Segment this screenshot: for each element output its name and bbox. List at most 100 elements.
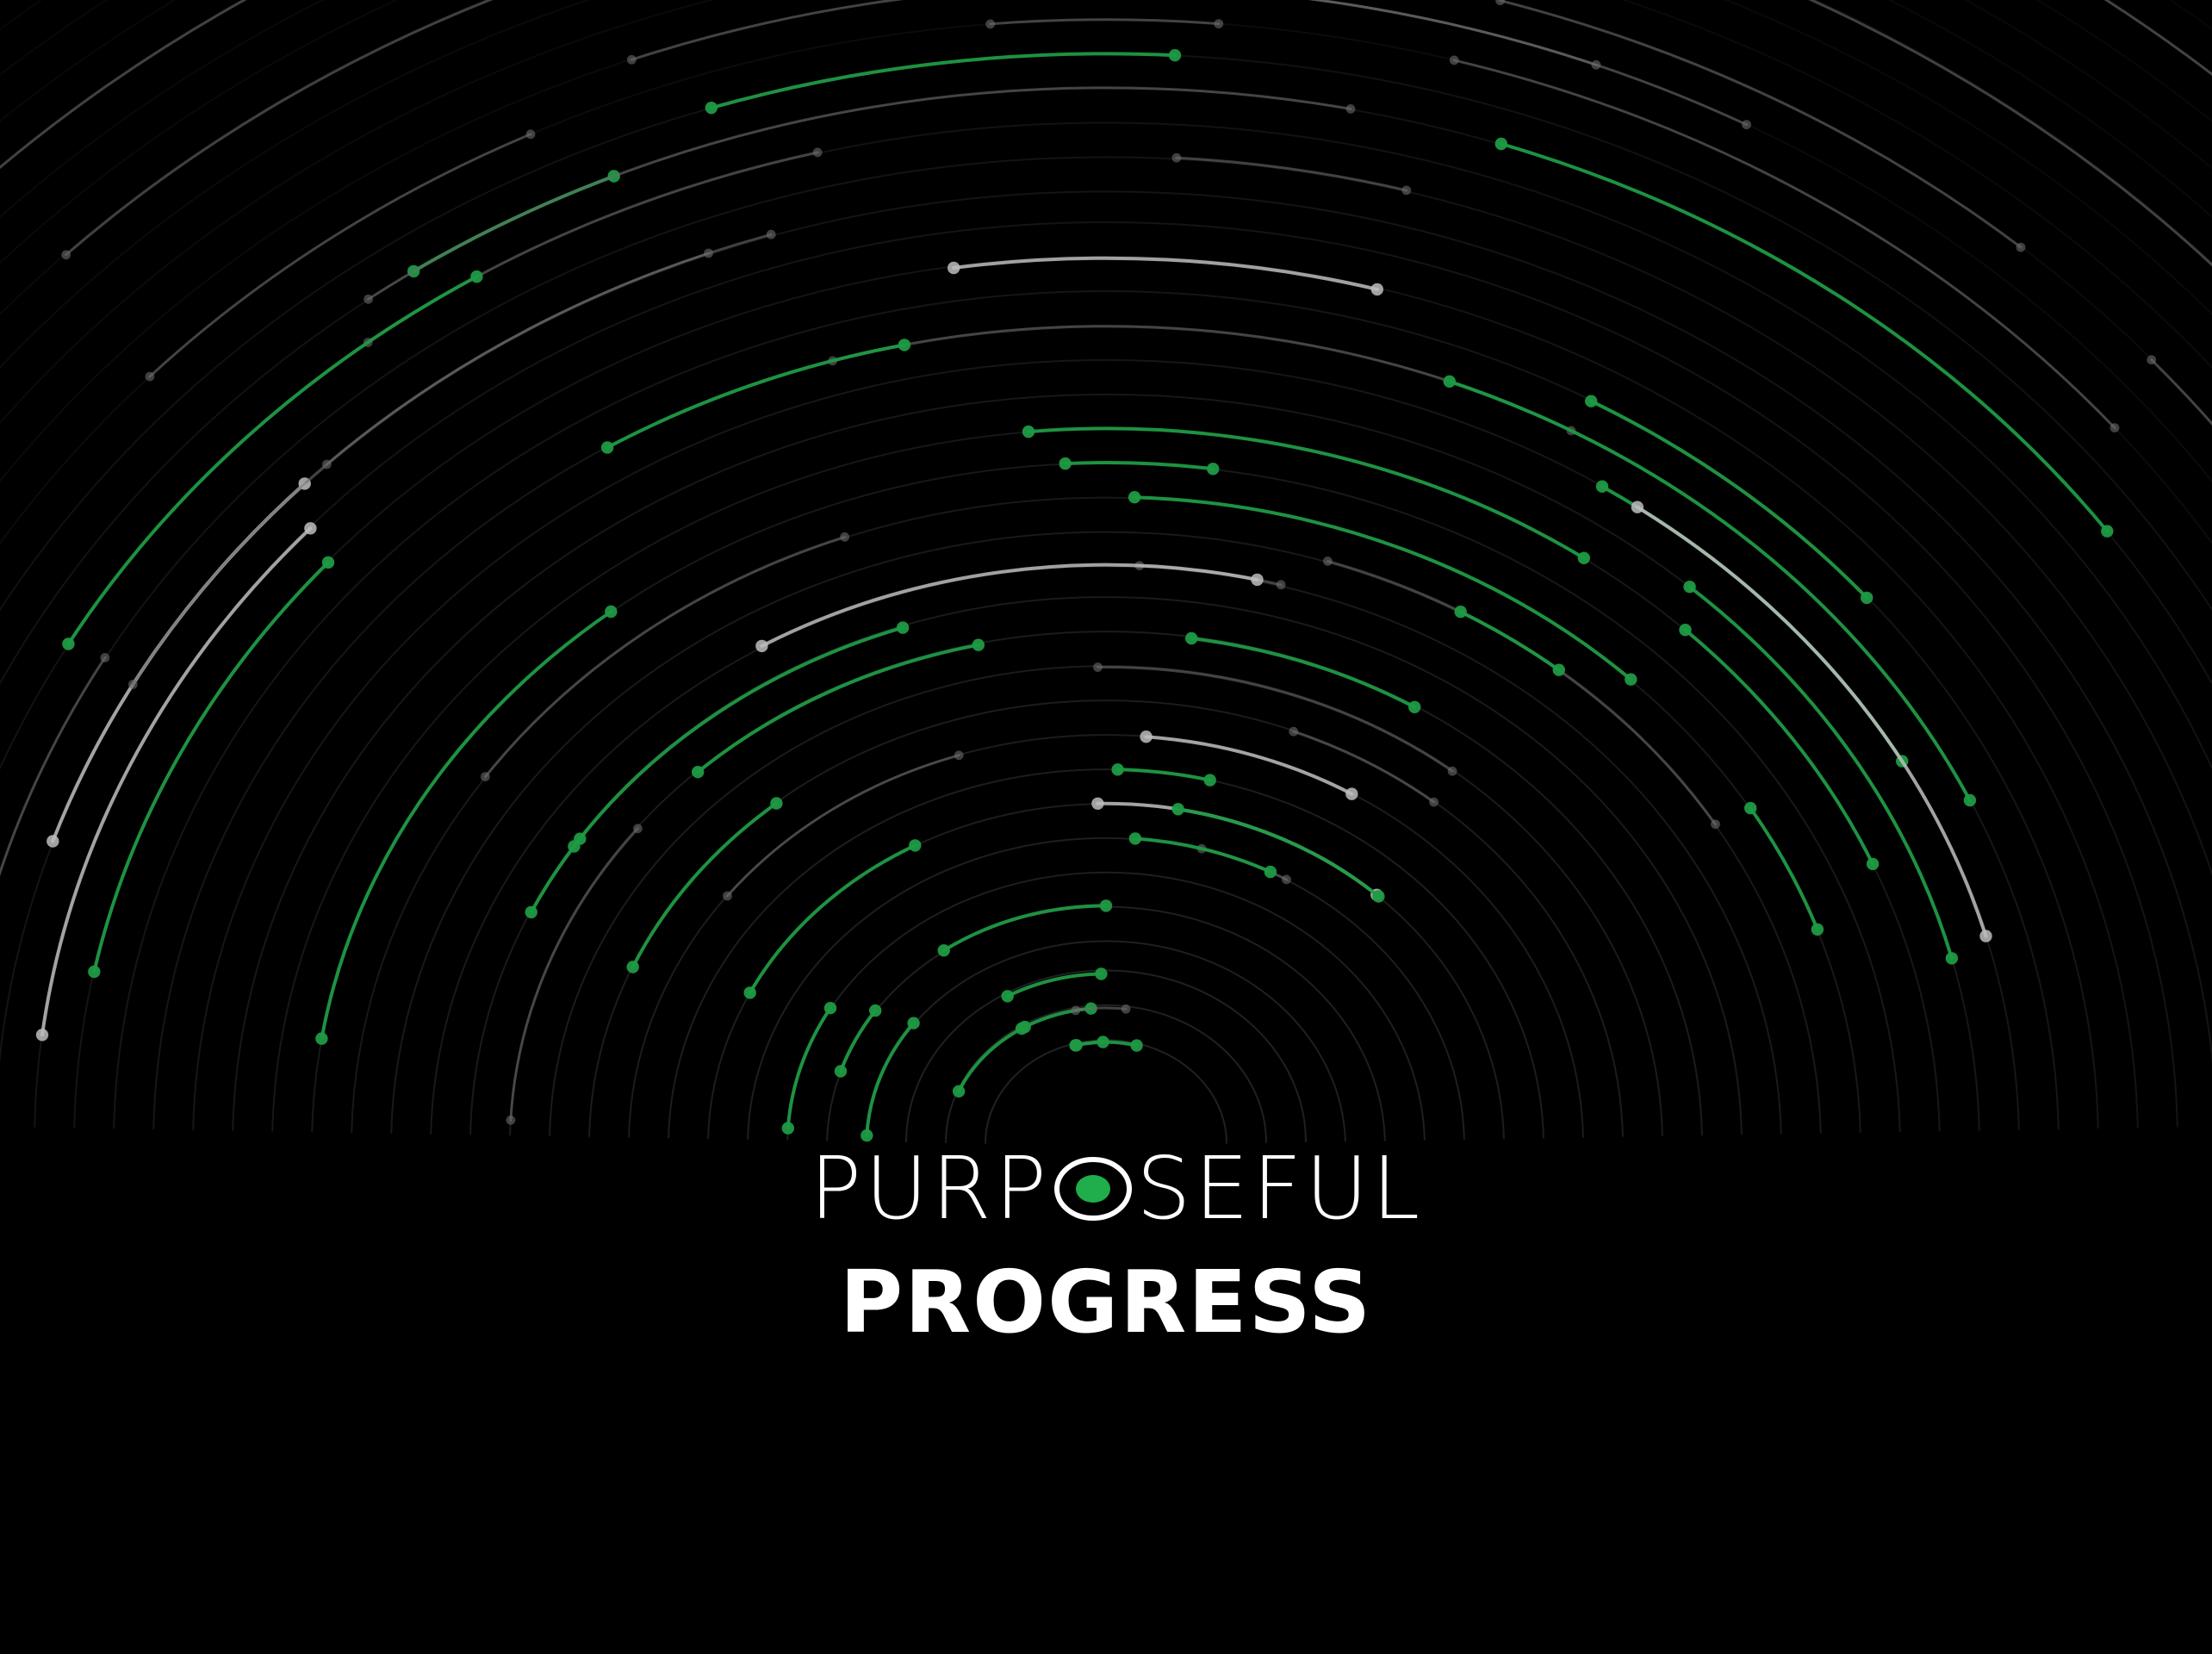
ring-dot — [1495, 0, 1505, 6]
ring-segment — [65, 0, 494, 257]
ring-arc — [0, 87, 2212, 686]
ring-dot — [692, 766, 705, 779]
ring-dot — [2016, 242, 2026, 252]
ring-segment — [989, 18, 1221, 26]
ring-segment — [941, 904, 1108, 953]
ring-dot — [705, 102, 718, 115]
ring-dot — [898, 339, 911, 351]
ring-dot — [600, 441, 614, 454]
ring-segment — [0, 0, 247, 170]
ring-dot — [1742, 120, 1751, 130]
ring-dot — [525, 129, 536, 140]
ring-dot — [1289, 726, 1299, 737]
ring-arc — [668, 768, 1544, 1139]
ring-segment — [1097, 665, 1454, 773]
ring-dot — [626, 961, 639, 973]
ring-dot — [1121, 1004, 1131, 1014]
ring-arc — [945, 1004, 1267, 1143]
ring-segment — [367, 86, 1352, 301]
ring-dot — [145, 371, 155, 382]
ring-arc — [232, 393, 1980, 1131]
ring-arc — [0, 53, 2212, 612]
ring-dot — [100, 653, 110, 662]
ring-segment — [0, 0, 156, 631]
ring-dot — [952, 1085, 966, 1098]
ring-dot — [954, 750, 964, 761]
ring-dot — [1111, 763, 1124, 776]
ring-arc — [73, 256, 2139, 1129]
ring-dot — [909, 839, 922, 852]
ring-dot — [1171, 803, 1184, 816]
title-purposeful-part1: PURP — [809, 1138, 1051, 1239]
ring-segment — [957, 1027, 1024, 1093]
ring-segment — [1175, 156, 1408, 192]
ring-dot — [1128, 491, 1141, 504]
ring-dot — [1128, 832, 1142, 845]
ring-dot — [574, 832, 587, 845]
ring-dot — [127, 680, 138, 689]
ring-segment — [786, 1006, 832, 1130]
ring-segment — [1808, 0, 2212, 267]
ring-arc — [0, 156, 2212, 877]
ring-segment — [366, 151, 819, 344]
ring-dot — [1577, 551, 1591, 564]
ring-arc — [430, 565, 1782, 1135]
ring-arc — [628, 734, 1584, 1138]
ring-segment — [1063, 461, 1215, 471]
ring-dot — [812, 147, 823, 158]
ring-segment — [1176, 807, 1381, 899]
ring-dot — [1091, 797, 1104, 810]
ring-dot — [840, 532, 849, 542]
ring-arc — [985, 1039, 1227, 1144]
ring-dot — [470, 270, 483, 283]
ring-dot — [481, 772, 490, 781]
ring-dot — [1625, 673, 1637, 686]
ring-arc — [0, 18, 2212, 545]
ring-dot — [1494, 137, 1508, 151]
ring-segment — [0, 0, 232, 695]
ring-segment — [631, 801, 779, 969]
ring-dot — [1372, 890, 1385, 903]
ring-dot — [907, 1017, 920, 1029]
ring-dot — [1214, 19, 1224, 28]
ring-dot — [1595, 480, 1609, 493]
concentric-rings-graphic — [0, 0, 2212, 1654]
ring-segment — [40, 526, 313, 1037]
ring-dot — [1345, 104, 1356, 114]
ring-dot — [35, 1029, 49, 1042]
ring-segment — [1074, 1006, 1128, 1012]
ring-dot — [61, 250, 71, 260]
ring-segment — [709, 52, 1177, 110]
ring-dot — [1679, 624, 1692, 637]
ring-dot — [605, 605, 618, 619]
ring-segment — [726, 754, 960, 898]
poster: PURP SEFUL PROGRESS — [0, 0, 2212, 1654]
ring-dot — [1963, 793, 1977, 807]
ring-dot — [315, 1032, 328, 1045]
ring-dot — [896, 621, 910, 634]
ring-segment — [1144, 735, 1354, 796]
ring-arc — [34, 221, 2178, 1128]
ring-segment — [2150, 358, 2212, 426]
ring-dot — [1093, 662, 1103, 672]
ring-dot — [823, 1002, 837, 1015]
ring-dot — [1401, 185, 1412, 196]
ring-segment — [1027, 426, 1586, 560]
ring-segment — [2103, 0, 2212, 77]
ring-dot — [766, 229, 776, 239]
ring-dot — [1552, 663, 1566, 676]
ring-segment — [1005, 972, 1103, 998]
ring-dot — [781, 1122, 794, 1135]
ring-segment — [1687, 585, 1954, 961]
ring-segment — [66, 275, 479, 646]
ring-arc — [192, 358, 2020, 1130]
ring-dot — [1251, 573, 1264, 587]
ring-dot — [1711, 819, 1720, 830]
ring-dot — [1168, 48, 1182, 62]
ring-segment — [696, 643, 980, 774]
ring-dot — [1022, 425, 1035, 438]
ring-dot — [1811, 923, 1824, 936]
ring-arc — [469, 596, 1743, 1135]
ring-segment — [148, 133, 532, 378]
ring-dot — [2147, 355, 2157, 365]
